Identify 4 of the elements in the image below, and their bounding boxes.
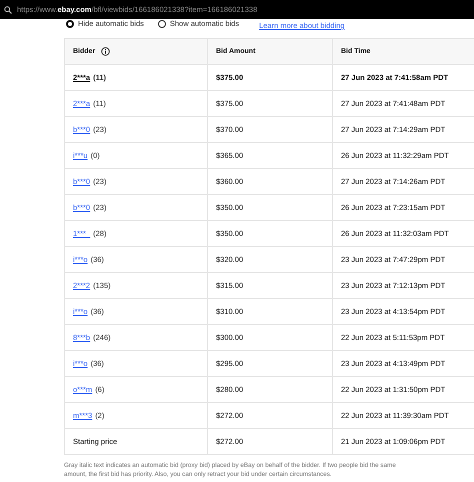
radio-button[interactable] — [158, 20, 166, 28]
search-icon — [4, 6, 12, 14]
info-icon[interactable] — [101, 47, 110, 56]
radio-button[interactable] — [66, 20, 74, 28]
